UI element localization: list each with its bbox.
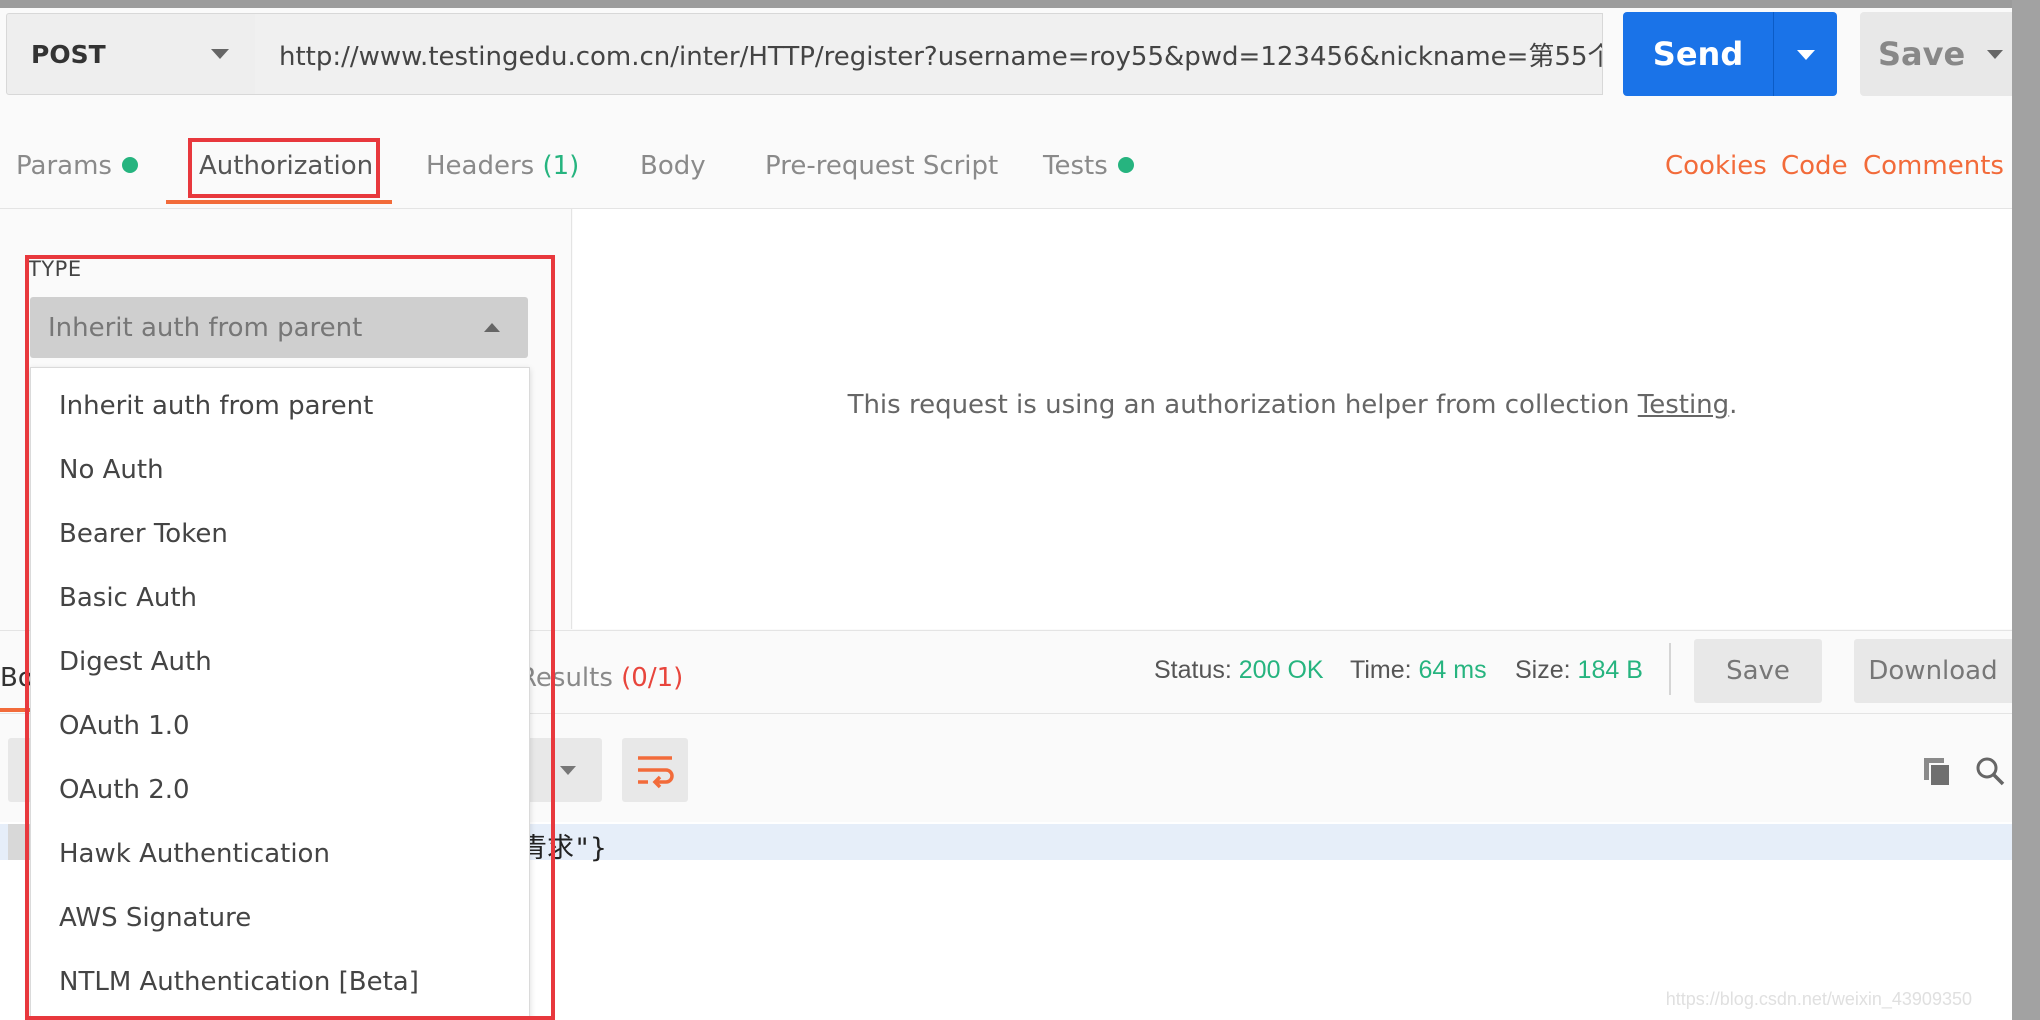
test-results-count: (0/1) — [621, 663, 684, 693]
search-icon[interactable] — [1974, 755, 2006, 787]
save-response-button[interactable]: Save — [1694, 639, 1822, 703]
watermark: https://blog.csdn.net/weixin_43909350 — [1665, 989, 1972, 1009]
auth-type-select[interactable]: Inherit auth from parent — [30, 297, 528, 358]
status-dot-icon — [121, 156, 138, 173]
auth-message-period: . — [1729, 390, 1738, 420]
menu-item-bearer-token[interactable]: Bearer Token — [59, 519, 228, 549]
menu-item-ntlm-auth[interactable]: NTLM Authentication [Beta] — [59, 967, 419, 997]
menu-item-hawk-auth[interactable]: Hawk Authentication — [59, 839, 330, 869]
tab-body[interactable]: Body — [640, 151, 706, 181]
tab-pre-request-label: Pre-request Script — [765, 151, 999, 181]
copy-icon[interactable] — [1920, 755, 1954, 787]
chevron-down-icon — [211, 49, 229, 59]
window-edge-top — [0, 0, 2040, 8]
wrap-lines-icon — [638, 756, 674, 789]
menu-item-inherit-auth[interactable]: Inherit auth from parent — [59, 391, 373, 421]
response-tab-test-results[interactable]: Results (0/1) — [519, 663, 683, 693]
tab-authorization-label: Authorization — [199, 151, 374, 181]
send-dropdown-button[interactable] — [1773, 12, 1837, 96]
collection-link[interactable]: Testing — [1638, 390, 1729, 420]
tab-body-label: Body — [640, 151, 706, 181]
method-select[interactable]: POST — [6, 13, 256, 95]
active-tab-indicator — [166, 200, 392, 204]
menu-item-basic-auth[interactable]: Basic Auth — [59, 583, 197, 613]
postman-app: POST http://www.testingedu.com.cn/inter/… — [0, 0, 2012, 1020]
method-label: POST — [31, 39, 106, 69]
menu-item-oauth-2[interactable]: OAuth 2.0 — [59, 775, 190, 805]
menu-item-aws-signature[interactable]: AWS Signature — [59, 903, 251, 933]
auth-type-menu: Inherit auth from parent No Auth Bearer … — [30, 367, 530, 1020]
response-code-text: 青求"} — [520, 833, 607, 864]
menu-item-no-auth[interactable]: No Auth — [59, 455, 164, 485]
send-button[interactable]: Send — [1623, 12, 1773, 96]
window-edge-right — [2012, 0, 2040, 1020]
tab-headers[interactable]: Headers (1) — [426, 151, 579, 181]
url-text: http://www.testingedu.com.cn/inter/HTTP/… — [279, 41, 1603, 72]
download-button[interactable]: Download — [1854, 639, 2012, 703]
chevron-down-icon — [1797, 50, 1815, 60]
auth-type-selected: Inherit auth from parent — [48, 312, 363, 343]
tab-tests-label: Tests — [1043, 151, 1108, 181]
divider — [1669, 643, 1671, 695]
chevron-up-icon — [484, 323, 500, 332]
status-dot-icon — [1117, 156, 1134, 173]
tab-pre-request-script[interactable]: Pre-request Script — [765, 151, 998, 181]
time-value: 64 ms — [1418, 656, 1487, 684]
size-label: Size: — [1515, 656, 1571, 684]
time-info: Time: 64 ms — [1350, 656, 1487, 685]
status-info: Status: 200 OK — [1154, 656, 1324, 685]
response-tab-body[interactable]: Bo — [0, 663, 34, 693]
time-label: Time: — [1350, 656, 1412, 684]
status-label: Status: — [1154, 656, 1232, 684]
menu-item-oauth-1[interactable]: OAuth 1.0 — [59, 711, 190, 741]
request-tabs: Params Authorization Headers (1) Body Pr… — [0, 121, 2012, 209]
code-link[interactable]: Code — [1781, 151, 1848, 181]
wrap-lines-button[interactable] — [622, 738, 688, 802]
size-info: Size: 184 B — [1515, 656, 1643, 685]
tab-tests[interactable]: Tests — [1043, 151, 1134, 181]
test-results-label: Results — [519, 663, 613, 693]
tab-authorization[interactable]: Authorization — [199, 151, 373, 181]
auth-helper-message: This request is using an authorization h… — [573, 390, 2012, 420]
size-value: 184 B — [1577, 656, 1643, 684]
chevron-down-icon — [1987, 50, 2003, 59]
menu-item-digest-auth[interactable]: Digest Auth — [59, 647, 212, 677]
tab-headers-count: (1) — [542, 151, 580, 181]
save-button[interactable]: Save — [1860, 12, 1990, 96]
auth-type-label: TYPE — [28, 257, 82, 281]
status-value: 200 OK — [1238, 656, 1324, 684]
url-input[interactable]: http://www.testingedu.com.cn/inter/HTTP/… — [255, 13, 1603, 95]
auth-message-text: This request is using an authorization h… — [847, 390, 1638, 420]
cookies-link[interactable]: Cookies — [1665, 151, 1767, 181]
tab-params[interactable]: Params — [16, 151, 138, 181]
comments-link[interactable]: Comments (( — [1863, 151, 2012, 181]
chevron-down-icon — [560, 766, 576, 775]
tab-headers-label: Headers — [426, 151, 535, 181]
save-dropdown-button[interactable] — [1978, 12, 2012, 96]
tab-params-label: Params — [16, 151, 112, 181]
